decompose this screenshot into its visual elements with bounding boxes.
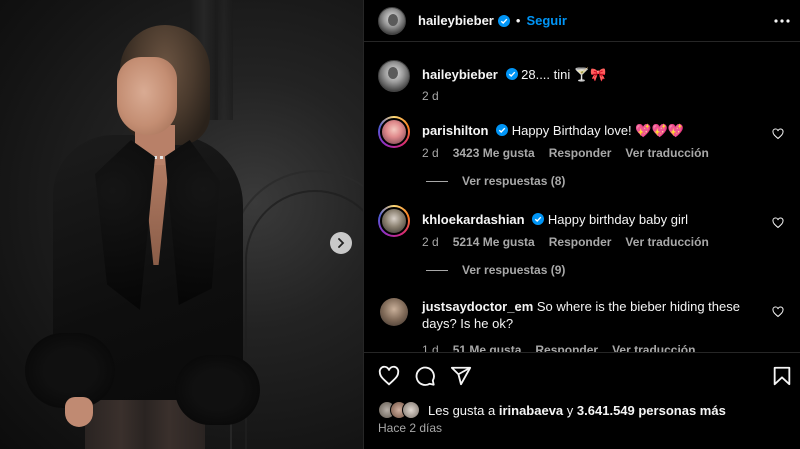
comment-item: parishilton Happy Birthday love! 💖💖💖 2 d… (378, 116, 788, 162)
commenter-avatar[interactable] (380, 298, 408, 326)
comment-text: Happy birthday baby girl (547, 212, 689, 227)
verified-icon (505, 68, 518, 80)
heart-icon[interactable] (772, 217, 784, 229)
header-separator: • (515, 13, 521, 28)
verified-icon (532, 213, 545, 225)
comments-list[interactable]: haileybieber 28.... tini 🍸🎀 2 d parishil… (364, 42, 800, 352)
comment-item: khloekardashian Happy birthday baby girl… (378, 205, 788, 251)
comment-likes[interactable]: 3423 Me gusta (453, 145, 535, 162)
view-replies-label: Ver respuestas (8) (462, 174, 566, 188)
likes-user[interactable]: irinabaeva (499, 403, 563, 418)
translate-button[interactable]: Ver traducción (625, 145, 708, 162)
reply-button[interactable]: Responder (549, 145, 612, 162)
view-replies-label: Ver respuestas (9) (462, 263, 566, 277)
likes-connector: y (566, 402, 574, 418)
share-icon[interactable] (450, 365, 472, 387)
post-side-panel: haileybieber • Seguir haileybieber 28...… (363, 0, 800, 449)
comment-likes[interactable]: 5214 Me gusta (453, 234, 535, 251)
next-photo-button[interactable] (330, 232, 352, 254)
comment-icon[interactable] (414, 365, 436, 387)
translate-button[interactable]: Ver traducción (612, 342, 695, 352)
post-actions: Les gusta a irinabaeva y 3.641.549 perso… (364, 352, 800, 449)
translate-button[interactable]: Ver traducción (625, 234, 708, 251)
liker-avatar (402, 401, 420, 419)
replies-divider (426, 269, 448, 271)
caption-age: 2 d (422, 89, 439, 103)
post-caption: haileybieber 28.... tini 🍸🎀 2 d (378, 60, 788, 105)
author-avatar[interactable] (378, 6, 406, 35)
follow-button[interactable]: Seguir (526, 13, 566, 28)
comment-age: 2 d (422, 235, 439, 249)
post-photo[interactable] (0, 0, 363, 449)
commenter-username[interactable]: khloekardashian (422, 212, 525, 227)
commenter-username[interactable]: justsaydoctor_em (422, 299, 533, 314)
caption-username[interactable]: haileybieber (422, 67, 498, 82)
author-username[interactable]: haileybieber (418, 13, 494, 28)
commenter-avatar[interactable] (378, 205, 410, 237)
action-icons (378, 365, 472, 387)
reply-button[interactable]: Responder (535, 342, 598, 352)
heart-icon[interactable] (772, 306, 784, 318)
author-avatar[interactable] (378, 60, 410, 92)
photo-feather-cuff (25, 333, 115, 408)
post-header: haileybieber • Seguir (364, 0, 800, 42)
verified-icon (496, 124, 509, 136)
caption-text: 28.... tini 🍸🎀 (521, 67, 607, 82)
comment-likes[interactable]: 51 Me gusta (453, 342, 522, 352)
bookmark-icon[interactable] (771, 365, 793, 387)
likes-others[interactable]: 3.641.549 personas más (577, 403, 726, 418)
replies-divider (426, 180, 448, 182)
view-replies-button[interactable]: Ver respuestas (9) (426, 263, 565, 277)
more-icon[interactable] (773, 12, 791, 30)
background-arch (245, 190, 363, 449)
likers-avatars (378, 401, 420, 419)
photo-face (117, 57, 177, 135)
likes-prefix: Les gusta a (428, 402, 496, 418)
chevron-right-icon (338, 238, 345, 248)
commenter-username[interactable]: parishilton (422, 123, 488, 138)
photo-feather-cuff (175, 355, 260, 425)
view-replies-button[interactable]: Ver respuestas (8) (426, 174, 565, 188)
post-time-ago: Hace 2 días (378, 421, 443, 435)
comment-item: justsaydoctor_em So where is the bieber … (378, 298, 788, 352)
comment-age: 1 d (422, 343, 439, 352)
heart-icon[interactable] (772, 128, 784, 140)
commenter-avatar[interactable] (378, 116, 410, 148)
heart-icon[interactable] (378, 365, 400, 387)
photo-subject (25, 15, 260, 449)
comment-text: Happy Birthday love! 💖💖💖 (511, 123, 684, 138)
reply-button[interactable]: Responder (549, 234, 612, 251)
comment-age: 2 d (422, 146, 439, 160)
verified-icon (497, 14, 510, 27)
photo-hand (65, 397, 93, 427)
likes-summary[interactable]: Les gusta a irinabaeva y 3.641.549 perso… (378, 401, 726, 419)
